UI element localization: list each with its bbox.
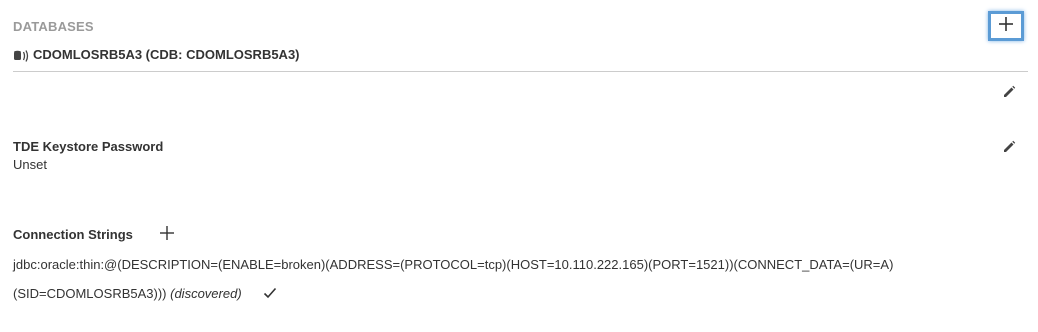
database-icon — [13, 48, 31, 62]
connection-string-line-2: (SID=CDOMLOSRB5A3))) (discovered) — [13, 286, 277, 302]
tde-keystore-value: Unset — [13, 157, 47, 172]
plus-icon — [998, 16, 1014, 37]
databases-panel: DATABASES CDOMLOSRB5A3 (CDB: CDOMLOSRB5A… — [0, 0, 1038, 332]
pencil-icon — [1002, 85, 1016, 104]
connection-strings-label: Connection Strings — [13, 227, 133, 242]
section-title: DATABASES — [13, 19, 94, 34]
divider — [13, 71, 1028, 72]
add-connection-string-button[interactable] — [158, 225, 176, 246]
tde-keystore-label: TDE Keystore Password — [13, 139, 164, 154]
add-database-button[interactable] — [988, 11, 1024, 41]
discovered-tag: (discovered) — [170, 286, 242, 301]
confirm-connection-button[interactable] — [263, 287, 277, 302]
database-row[interactable]: CDOMLOSRB5A3 (CDB: CDOMLOSRB5A3) — [13, 47, 300, 62]
pencil-icon — [1002, 140, 1016, 159]
connection-string-line-1: jdbc:oracle:thin:@(DESCRIPTION=(ENABLE=b… — [13, 257, 894, 272]
connection-string-text: (SID=CDOMLOSRB5A3))) — [13, 286, 167, 301]
plus-icon — [159, 225, 175, 246]
edit-tde-password-button[interactable] — [1001, 140, 1017, 159]
database-name: CDOMLOSRB5A3 (CDB: CDOMLOSRB5A3) — [33, 47, 300, 62]
checkmark-icon — [263, 287, 277, 302]
edit-database-button[interactable] — [1001, 85, 1017, 104]
